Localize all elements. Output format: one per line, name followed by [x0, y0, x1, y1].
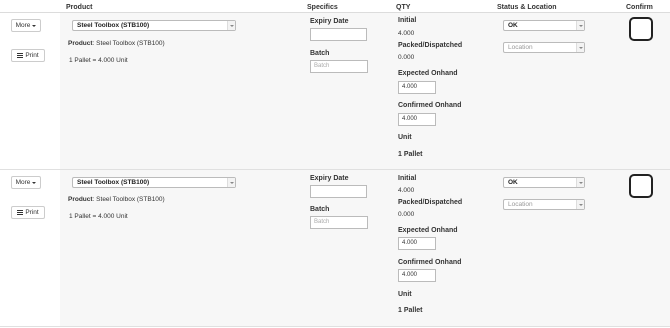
- pallet-label: 1 Pallet: [398, 307, 423, 314]
- location-select[interactable]: Location: [503, 42, 585, 53]
- batch-label: Batch: [310, 50, 330, 57]
- more-button[interactable]: More: [11, 19, 41, 32]
- status-select[interactable]: OK: [503, 177, 585, 188]
- confirmed-onhand-label: Confirmed Onhand: [398, 259, 462, 266]
- table-row: More Print Steel Toolbox (STB100) Produc…: [0, 170, 670, 327]
- print-button[interactable]: Print: [11, 206, 45, 219]
- chevron-down-icon: [576, 200, 584, 209]
- packed-dispatched-value: 0.000: [398, 211, 415, 218]
- header-qty: QTY: [396, 4, 411, 11]
- confirmed-onhand-label: Confirmed Onhand: [398, 102, 462, 109]
- product-info: Product: Steel Toolbox (STB100): [68, 196, 165, 203]
- chevron-down-icon: [576, 43, 584, 52]
- expected-onhand-input[interactable]: 4.000: [398, 81, 436, 94]
- initial-label: Initial: [398, 17, 417, 24]
- product-select[interactable]: Steel Toolbox (STB100): [72, 177, 236, 188]
- list-icon: [17, 53, 24, 58]
- product-select[interactable]: Steel Toolbox (STB100): [72, 20, 236, 31]
- table-header: Product Specifics QTY Status & Location …: [0, 0, 670, 13]
- expected-onhand-label: Expected Onhand: [398, 70, 458, 77]
- expiry-date-label: Expiry Date: [310, 18, 349, 25]
- confirm-checkbox[interactable]: [629, 174, 653, 198]
- product-info: Product: Steel Toolbox (STB100): [68, 40, 165, 47]
- header-product: Product: [66, 4, 93, 11]
- confirmed-onhand-input[interactable]: 4.000: [398, 113, 436, 126]
- confirmed-onhand-input[interactable]: 4.000: [398, 269, 436, 282]
- initial-label: Initial: [398, 175, 417, 182]
- unit-label: Unit: [398, 291, 412, 298]
- print-button[interactable]: Print: [11, 49, 45, 62]
- caret-down-icon: [32, 24, 37, 27]
- expiry-date-label: Expiry Date: [310, 175, 349, 182]
- packed-dispatched-value: 0.000: [398, 54, 415, 61]
- header-confirm: Confirm: [626, 4, 653, 11]
- pallet-label: 1 Pallet: [398, 151, 423, 158]
- packed-dispatched-label: Packed/Dispatched: [398, 42, 463, 49]
- status-select[interactable]: OK: [503, 20, 585, 31]
- packed-dispatched-label: Packed/Dispatched: [398, 199, 463, 206]
- chevron-down-icon: [576, 178, 584, 187]
- more-button[interactable]: More: [11, 176, 41, 189]
- header-status-location: Status & Location: [497, 4, 557, 11]
- initial-value: 4.000: [398, 30, 415, 37]
- expiry-date-input[interactable]: [310, 185, 367, 198]
- batch-label: Batch: [310, 206, 330, 213]
- expected-onhand-input[interactable]: 4.000: [398, 237, 436, 250]
- expiry-date-input[interactable]: [310, 28, 367, 41]
- table-row: More Print Steel Toolbox (STB100) Produc…: [0, 13, 670, 170]
- confirm-checkbox[interactable]: [629, 17, 653, 41]
- location-select[interactable]: Location: [503, 199, 585, 210]
- chevron-down-icon: [227, 21, 235, 30]
- header-specifics: Specifics: [307, 4, 338, 11]
- pallet-conversion: 1 Pallet = 4.000 Unit: [69, 213, 128, 220]
- list-icon: [17, 210, 24, 215]
- pallet-conversion: 1 Pallet = 4.000 Unit: [69, 57, 128, 64]
- caret-down-icon: [32, 181, 37, 184]
- chevron-down-icon: [227, 178, 235, 187]
- expected-onhand-label: Expected Onhand: [398, 227, 458, 234]
- chevron-down-icon: [576, 21, 584, 30]
- batch-input[interactable]: Batch: [310, 60, 368, 73]
- batch-input[interactable]: Batch: [310, 216, 368, 229]
- unit-label: Unit: [398, 134, 412, 141]
- initial-value: 4.000: [398, 187, 415, 194]
